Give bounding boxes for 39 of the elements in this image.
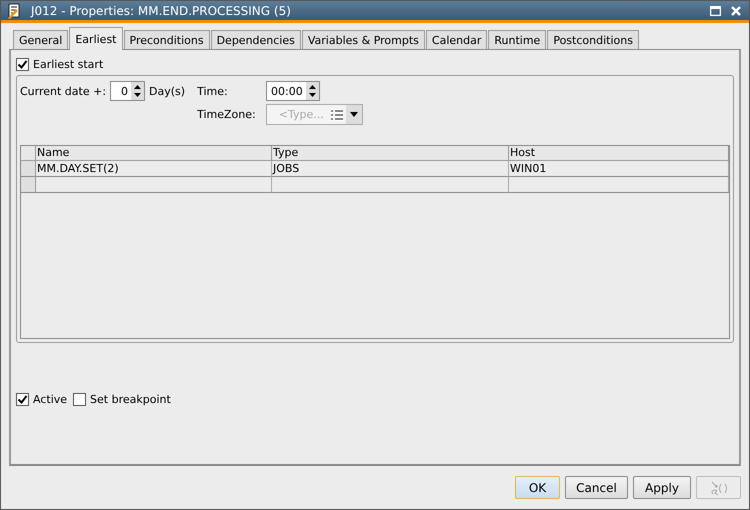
- table-cell: MM.DAY.SET(2): [36, 161, 272, 177]
- dialog-button[interactable]: OK: [515, 476, 560, 499]
- checkbox[interactable]: [16, 58, 29, 71]
- row-header[interactable]: [21, 161, 36, 177]
- tab[interactable]: Variables & Prompts: [302, 30, 425, 49]
- table-cell: WIN01: [509, 161, 729, 177]
- checkbox[interactable]: [16, 393, 29, 406]
- checkbox-label: Set breakpoint: [90, 393, 171, 406]
- dialog-button[interactable]: Apply: [633, 476, 691, 499]
- close-icon[interactable]: [731, 6, 741, 16]
- checkbox[interactable]: [73, 393, 86, 406]
- tab[interactable]: General: [13, 30, 68, 49]
- dialog-button[interactable]: Cancel: [565, 476, 628, 499]
- maximize-icon[interactable]: [710, 6, 721, 16]
- field-label: Current date +:: [20, 84, 106, 98]
- column-header[interactable]: Name: [36, 146, 272, 161]
- table-cell: JOBS: [272, 161, 509, 177]
- list-icon: [330, 110, 343, 120]
- field-label: Time:: [197, 84, 228, 98]
- checkbox-label: Active: [33, 393, 68, 406]
- column-header[interactable]: Type: [272, 146, 509, 161]
- spinner-arrows-icon[interactable]: [131, 82, 144, 100]
- tab[interactable]: Earliest: [69, 27, 122, 50]
- tab[interactable]: Preconditions: [124, 30, 210, 49]
- notepad-pencil-icon: [7, 2, 21, 18]
- tab[interactable]: Postconditions: [547, 30, 639, 49]
- field-label: TimeZone:: [197, 108, 256, 120]
- time-spinner[interactable]: 00:00: [266, 81, 320, 101]
- column-header[interactable]: Host: [509, 146, 729, 161]
- days-spinner[interactable]: 0: [110, 81, 146, 101]
- checkbox-label: Earliest start: [33, 58, 104, 71]
- symbol-icon: [710, 480, 728, 496]
- tab[interactable]: Calendar: [426, 30, 488, 49]
- row-header[interactable]: [21, 177, 36, 193]
- tab[interactable]: Runtime: [488, 30, 546, 49]
- unit-label: Day(s): [149, 84, 186, 98]
- window-title: J012 - Properties: MM.END.PROCESSING (5): [31, 4, 292, 18]
- tab[interactable]: Dependencies: [210, 30, 301, 49]
- spinner-arrows-icon[interactable]: [306, 82, 319, 100]
